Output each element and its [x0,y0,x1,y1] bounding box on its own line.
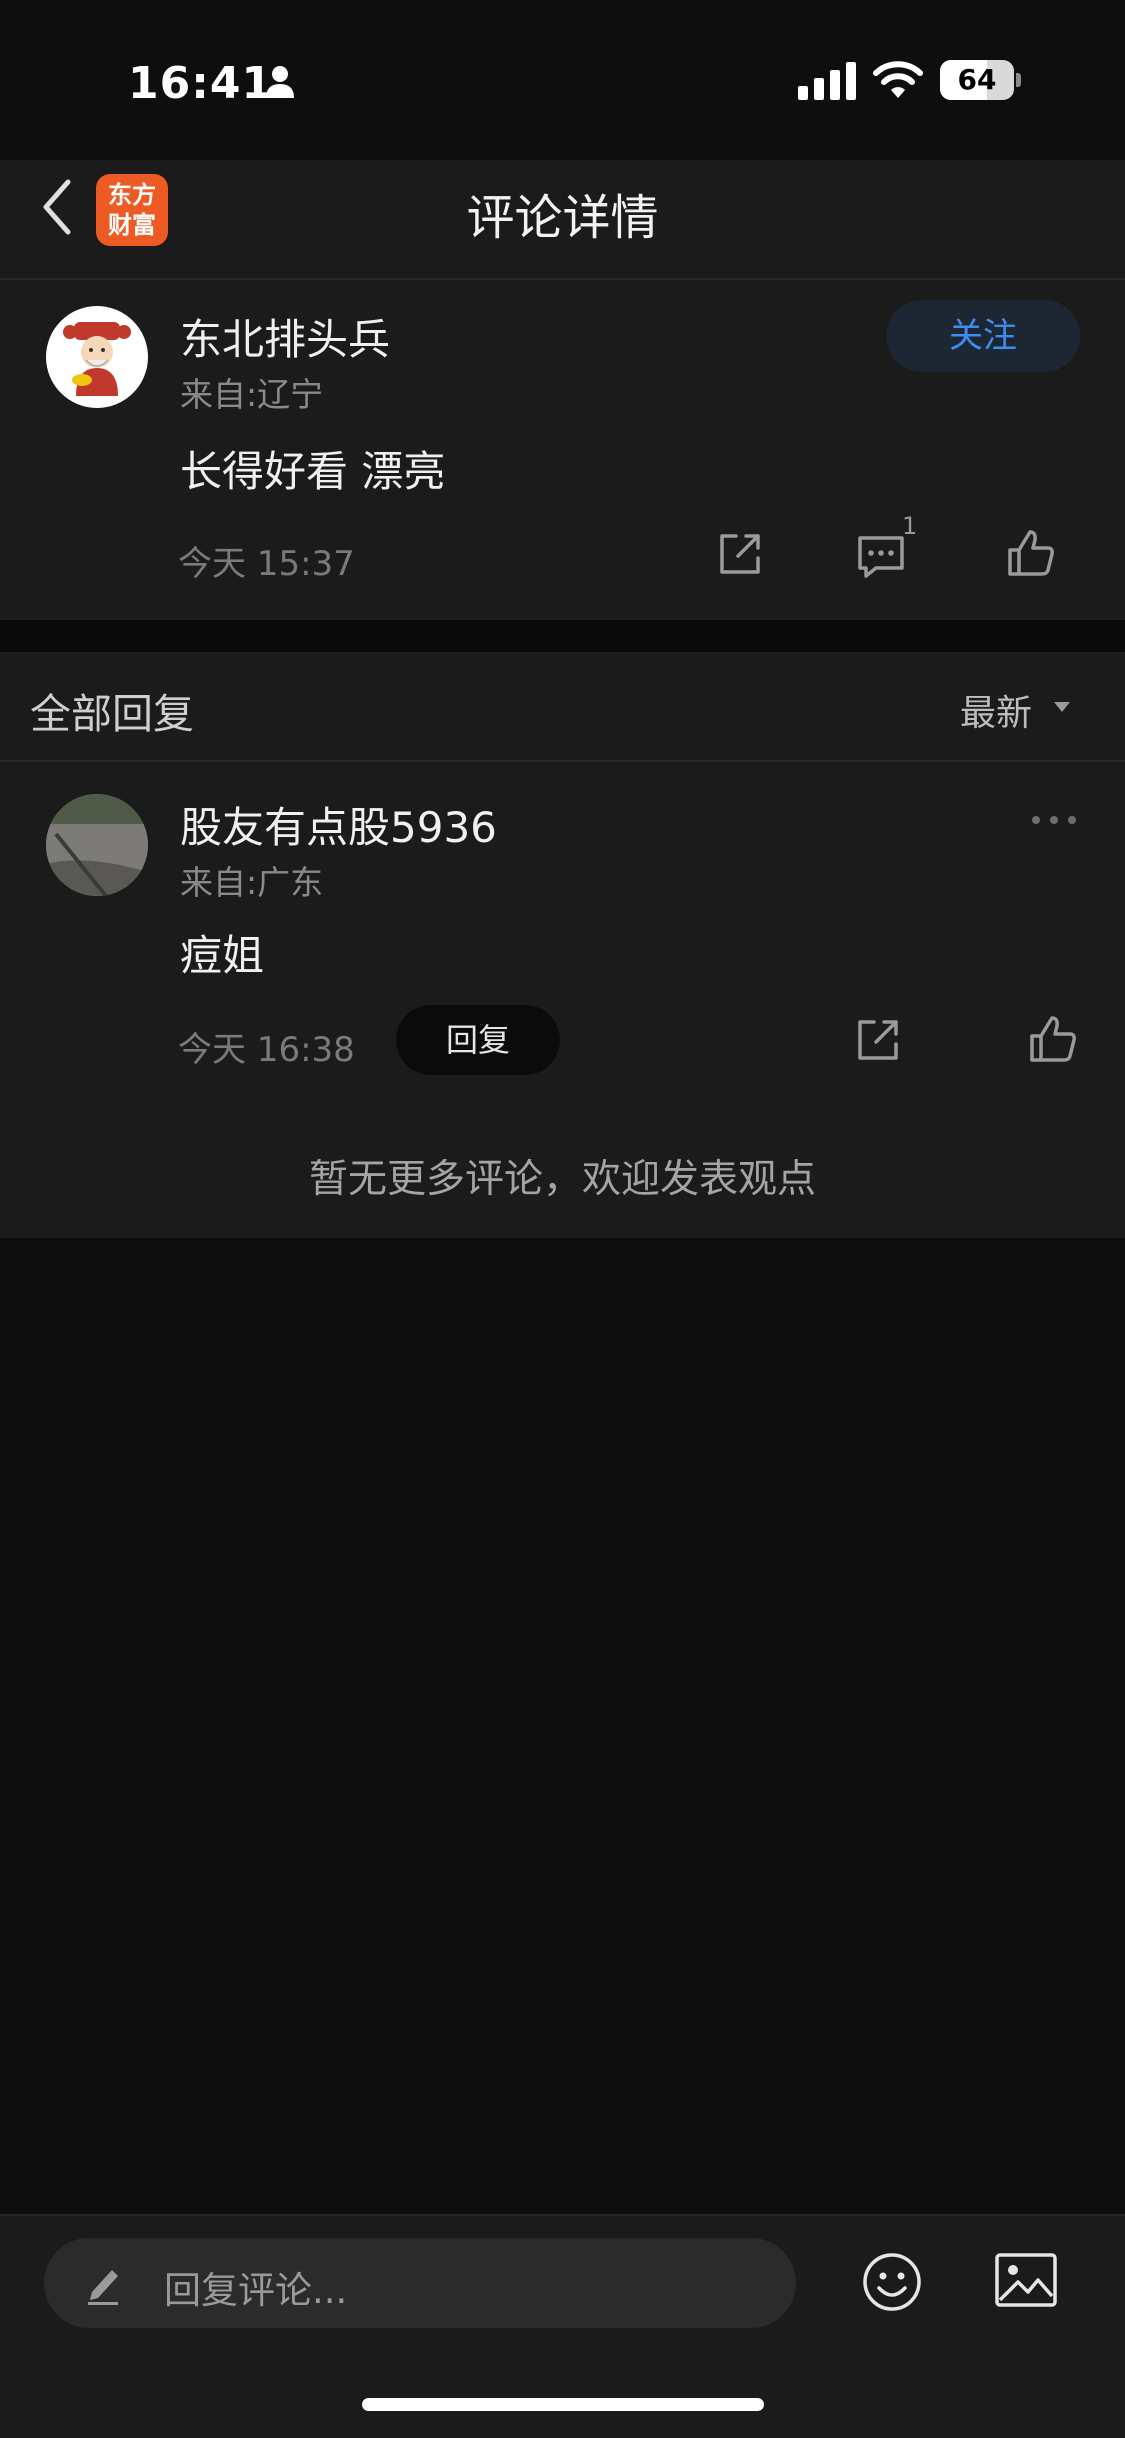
reply-button[interactable]: 回复 [396,1005,560,1075]
caishen-avatar-icon [47,307,147,407]
reply-time: 今天 16:38 [178,1030,355,1070]
comment-time: 今天 15:37 [178,544,355,584]
caret-down-icon[interactable] [1052,700,1072,714]
like-icon[interactable] [1006,528,1056,578]
comment-icon[interactable] [856,532,906,580]
emoji-icon[interactable] [862,2252,922,2312]
comment-location: 来自:辽宁 [180,375,324,414]
more-options-icon[interactable] [1030,812,1078,828]
like-icon[interactable] [1028,1014,1078,1064]
reply-count-badge: 1 [902,512,918,540]
battery-indicator: 64 [940,60,1022,100]
no-more-comments-message: 暂无更多评论，欢迎发表观点 [308,1157,816,1202]
follow-button[interactable]: 关注 [886,300,1080,372]
replies-title: 全部回复 [30,690,194,738]
reply-location: 来自:广东 [180,863,324,902]
battery-level: 64 [957,63,997,96]
cellular-signal-icon [798,62,856,100]
photo-avatar-icon [46,794,148,896]
share-icon[interactable] [716,530,764,578]
page-title: 评论详情 [466,190,659,246]
wifi-icon [873,61,923,98]
share-icon[interactable] [854,1016,902,1064]
comment-text: 长得好看 漂亮 [180,447,446,496]
home-indicator[interactable] [362,2398,764,2411]
reply-author[interactable]: 股友有点股5936 [180,794,497,855]
reply-input[interactable] [44,2238,796,2328]
pencil-icon [88,2270,118,2305]
reply-text: 痘姐 [180,931,265,980]
avatar[interactable] [46,306,148,408]
image-icon[interactable] [994,2252,1058,2308]
reply-input-placeholder[interactable]: 回复评论... [164,2260,347,2314]
reply-avatar[interactable] [46,794,148,896]
status-time: 16:41 [128,58,274,109]
comment-author[interactable]: 东北排头兵 [180,306,390,367]
sort-dropdown[interactable]: 最新 [960,684,1032,736]
person-icon [266,66,294,98]
section-divider [0,620,1125,652]
